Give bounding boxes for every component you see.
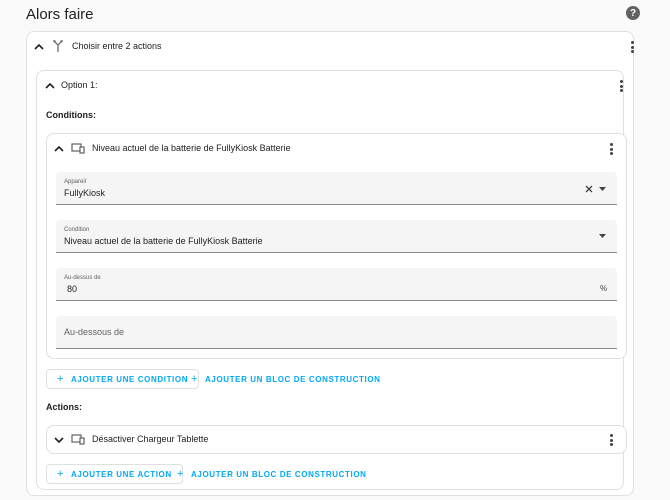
condition-field[interactable]: Condition Niveau actuel de la batterie d… [56, 220, 617, 253]
device-field-value: FullyKiosk [64, 188, 106, 198]
add-action-label: AJOUTER UNE ACTION [71, 469, 172, 479]
plus-icon: + [177, 468, 185, 480]
above-field-value: 80 [67, 284, 78, 294]
chevron-up-icon[interactable] [34, 43, 44, 51]
menu-down-icon[interactable] [599, 234, 606, 238]
above-field-unit: % [600, 284, 608, 293]
action-menu-icon[interactable] [609, 434, 613, 446]
below-field[interactable]: Au-dessous de [56, 316, 617, 349]
add-condition-button[interactable]: + AJOUTER UNE CONDITION [46, 369, 200, 389]
action-title: Désactiver Chargeur Tablette [92, 434, 209, 444]
help-icon[interactable]: ? [626, 6, 640, 20]
add-condition-label: AJOUTER UNE CONDITION [71, 374, 189, 384]
above-field-label: Au-dessus de [64, 275, 101, 281]
plus-icon: + [57, 373, 65, 385]
choose-menu-icon[interactable] [630, 41, 634, 53]
device-field[interactable]: Appareil FullyKiosk [56, 172, 617, 205]
page-title: Alors faire [26, 6, 94, 23]
close-icon[interactable] [585, 185, 593, 193]
plus-icon: + [191, 373, 199, 385]
plus-icon: + [57, 468, 65, 480]
condition-title: Niveau actuel de la batterie de FullyKio… [92, 143, 291, 153]
above-field[interactable]: Au-dessus de 80 % [56, 268, 617, 301]
option-menu-icon[interactable] [619, 80, 623, 92]
add-building-block-button[interactable]: + AJOUTER UN BLOC DE CONSTRUCTION [171, 464, 373, 484]
menu-down-icon[interactable] [599, 187, 606, 191]
arrow-decision-icon [53, 40, 63, 52]
chevron-down-icon[interactable] [54, 436, 64, 444]
condition-field-value: Niveau actuel de la batterie de FullyKio… [64, 236, 263, 246]
chevron-up-icon[interactable] [54, 145, 64, 153]
conditions-label: Conditions: [46, 110, 96, 120]
action-card: Désactiver Chargeur Tablette [46, 425, 627, 454]
below-field-placeholder: Au-dessous de [64, 327, 125, 337]
add-building-block-label: AJOUTER UN BLOC DE CONSTRUCTION [205, 374, 381, 384]
choose-block-title: Choisir entre 2 actions [72, 41, 162, 51]
add-building-block-button[interactable]: + AJOUTER UN BLOC DE CONSTRUCTION [185, 369, 387, 389]
actions-label: Actions: [46, 402, 82, 412]
device-icon [71, 143, 85, 154]
option-title: Option 1: [61, 80, 98, 90]
add-building-block-label: AJOUTER UN BLOC DE CONSTRUCTION [191, 469, 367, 479]
device-field-label: Appareil [64, 179, 87, 185]
add-action-button[interactable]: + AJOUTER UNE ACTION [46, 464, 183, 484]
chevron-up-icon[interactable] [45, 82, 55, 90]
device-icon [71, 434, 85, 445]
condition-field-label: Condition [64, 227, 90, 233]
condition-menu-icon[interactable] [609, 143, 613, 155]
